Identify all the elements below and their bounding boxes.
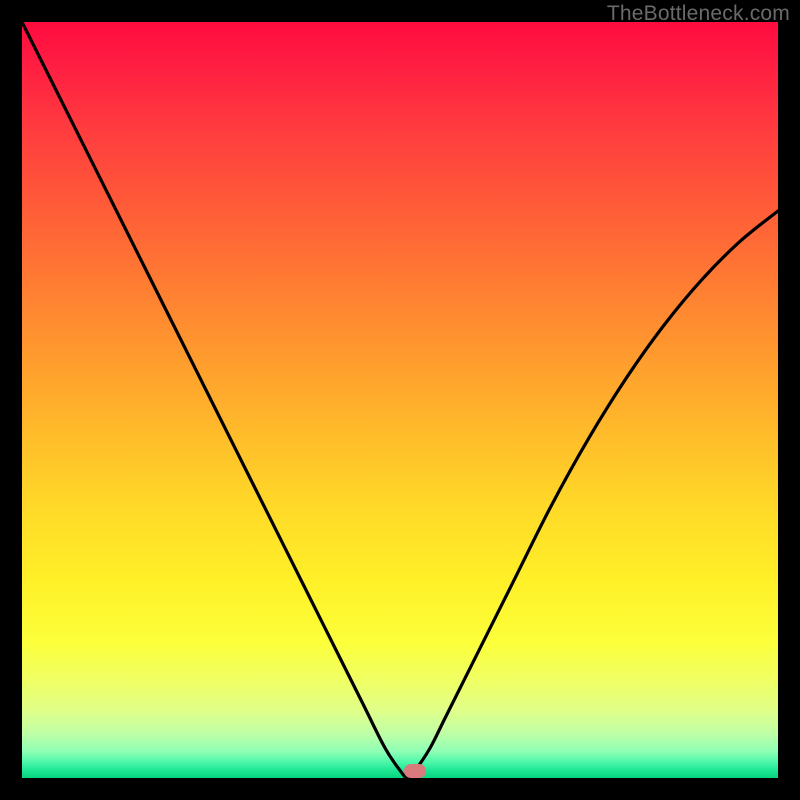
optimal-point-marker: [404, 764, 426, 778]
watermark-text: TheBottleneck.com: [607, 2, 790, 26]
chart-frame: TheBottleneck.com: [0, 0, 800, 800]
plot-area: [22, 22, 778, 778]
bottleneck-curve: [22, 22, 778, 778]
